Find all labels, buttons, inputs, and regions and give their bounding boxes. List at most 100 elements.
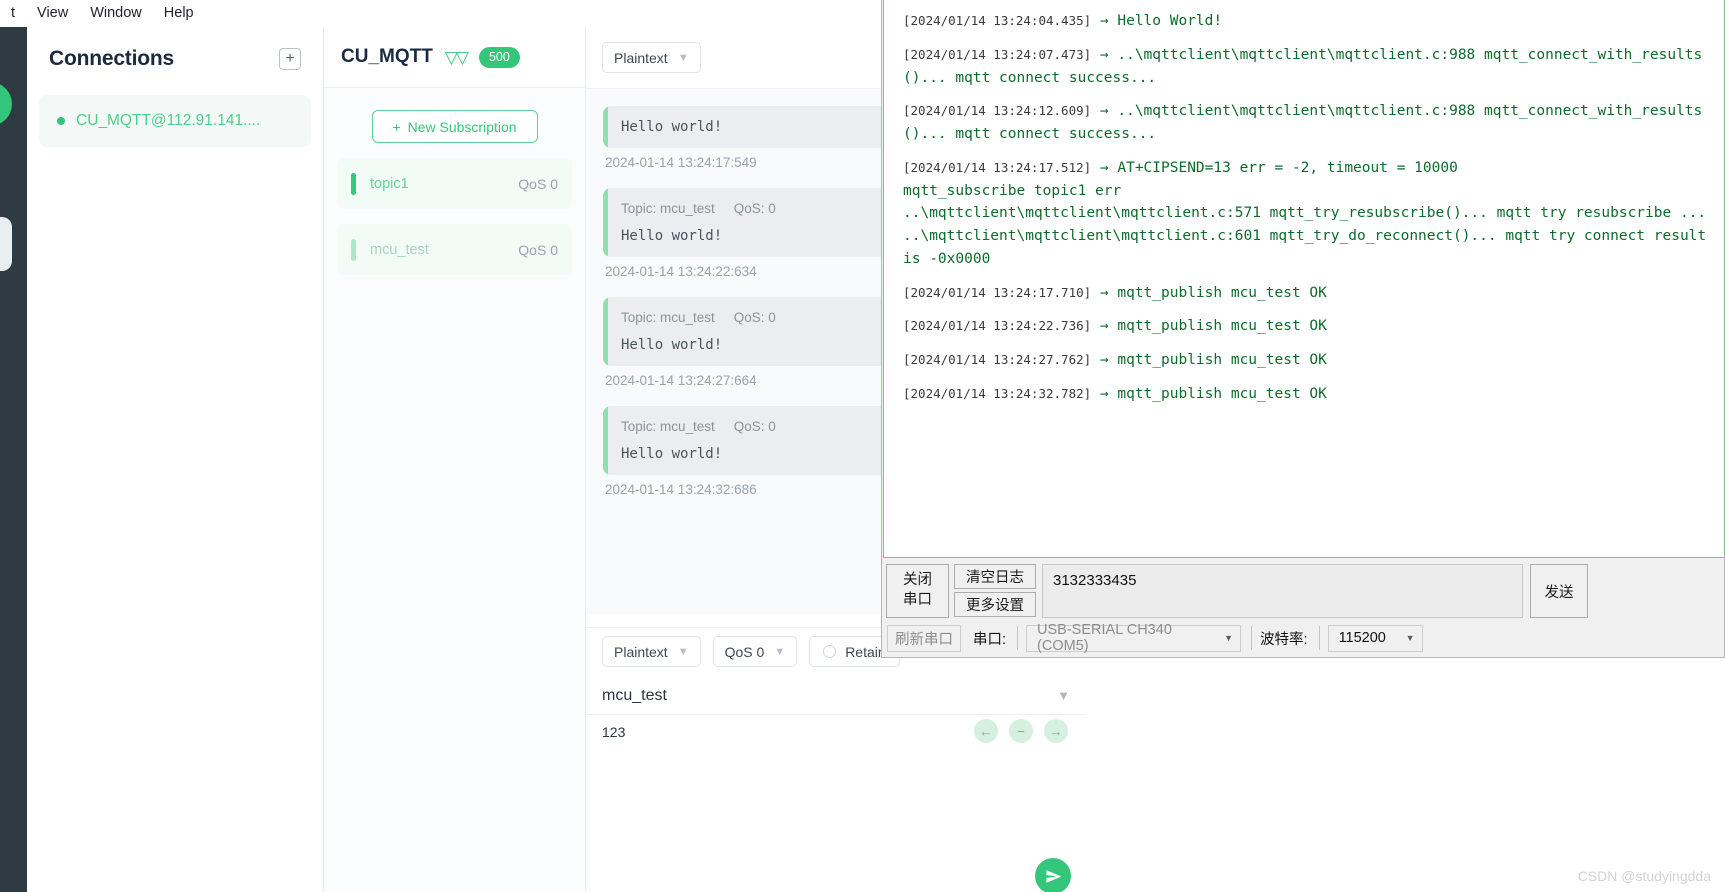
message-format-value: Plaintext (614, 49, 668, 66)
subscription-color-bar (351, 172, 356, 195)
log-entry: [2024/01/14 13:24:22.736] → mqtt_publish… (903, 315, 1710, 338)
log-arrow-icon: → (1099, 385, 1109, 402)
message-topic: Topic: mcu_test (621, 310, 715, 325)
watermark: CSDN @studyingdda (1577, 868, 1711, 884)
subscriptions-header: CU_MQTT ▽▽ 500 (324, 27, 585, 88)
log-arrow-icon: → (1099, 13, 1109, 29)
serial-button-stack: 清空日志 更多设置 (954, 564, 1036, 617)
app-rail (0, 27, 27, 892)
log-timestamp: [2024/01/14 13:24:22.736] (903, 318, 1092, 334)
payload-nav-controls: ← − → (974, 719, 1068, 743)
connections-title: Connections (49, 47, 174, 70)
log-text: mqtt_publish mcu_test OK (1117, 385, 1327, 402)
menu-item-view[interactable]: View (26, 0, 79, 27)
log-timestamp: [2024/01/14 13:24:32.782] (903, 385, 1092, 401)
subscription-color-bar (351, 238, 356, 261)
menu-item-window[interactable]: Window (79, 0, 153, 27)
serial-send-input[interactable]: 3132333435 (1042, 564, 1523, 618)
active-connection-title: CU_MQTT (341, 46, 433, 67)
minus-icon[interactable]: − (1009, 719, 1033, 743)
baud-value: 115200 (1338, 630, 1386, 646)
send-icon (1045, 869, 1061, 883)
log-entry: [2024/01/14 13:24:27.762] → mqtt_publish… (903, 349, 1710, 372)
radio-icon (823, 645, 837, 658)
log-timestamp: [2024/01/14 13:24:27.762] (903, 352, 1092, 367)
publish-qos-value: QoS 0 (724, 643, 765, 660)
port-select[interactable]: USB-SERIAL CH340 (COM5) ▼ (1026, 622, 1242, 654)
connections-panel: Connections + CU_MQTT@112.91.141.... (27, 27, 324, 892)
log-timestamp: [2024/01/14 13:24:17.710] (903, 284, 1092, 300)
baud-select[interactable]: 115200 ▼ (1327, 624, 1423, 652)
publish-format-value: Plaintext (614, 643, 668, 660)
publish-qos-select[interactable]: QoS 0 ▼ (712, 636, 798, 667)
log-text: mqtt_publish mcu_test OK (1117, 352, 1327, 368)
subscription-topic: topic1 (370, 175, 409, 192)
close-port-button[interactable]: 关闭 串口 (886, 564, 949, 618)
log-timestamp: [2024/01/14 13:24:07.473] (903, 46, 1092, 62)
serial-tool-window: [2024/01/14 13:24:04.435] → Hello World!… (881, 0, 1725, 658)
log-entry: [2024/01/14 13:24:17.710] → mqtt_publish… (903, 282, 1710, 305)
more-settings-button[interactable]: 更多设置 (954, 592, 1036, 617)
divider (1017, 626, 1019, 650)
retain-label: Retain (845, 643, 886, 660)
log-arrow-icon: → (1099, 159, 1109, 176)
new-subscription-label: New Subscription (407, 118, 517, 135)
message-count-badge: 500 (478, 46, 520, 68)
app-root: t View Window Help Connections + CU_MQTT… (0, 0, 1725, 892)
log-entry: [2024/01/14 13:24:07.473] → ..\mqttclien… (903, 44, 1710, 90)
log-arrow-icon: → (1099, 46, 1109, 63)
message-format-select[interactable]: Plaintext ▼ (602, 42, 701, 73)
clear-log-button[interactable]: 清空日志 (954, 564, 1036, 589)
log-text: Hello World! (1117, 13, 1223, 29)
log-timestamp: [2024/01/14 13:24:04.435] (903, 13, 1092, 28)
triangle-down-icon: ▼ (1405, 633, 1415, 643)
log-text: mqtt_publish mcu_test OK (1117, 318, 1327, 335)
connections-header: Connections + (27, 27, 323, 83)
send-message-button[interactable] (1035, 858, 1071, 892)
connection-name: CU_MQTT@112.91.141.... (76, 112, 261, 129)
chevron-double-down-icon[interactable]: ▽▽ (445, 49, 469, 66)
log-timestamp: [2024/01/14 13:24:17.512] (903, 159, 1092, 175)
log-entry: [2024/01/14 13:24:04.435] → Hello World! (903, 10, 1710, 33)
triangle-down-icon: ▼ (1224, 633, 1234, 643)
port-label: 串口: (973, 631, 1007, 648)
plus-icon[interactable]: + (279, 48, 301, 70)
log-entry: [2024/01/14 13:24:17.512] → AT+CIPSEND=1… (903, 157, 1710, 271)
message-topic: Topic: mcu_test (621, 419, 715, 434)
rail-active-indicator[interactable] (0, 82, 12, 126)
subscription-topic: mcu_test (370, 241, 429, 258)
log-arrow-icon: → (1099, 318, 1109, 335)
arrow-left-icon[interactable]: ← (974, 719, 998, 743)
port-value: USB-SERIAL CH340 (COM5) (1037, 622, 1172, 654)
menu-item-help[interactable]: Help (153, 0, 205, 27)
log-entry: [2024/01/14 13:24:12.609] → ..\mqttclien… (903, 100, 1710, 146)
publish-payload-value: 123 (602, 724, 626, 740)
subscription-item-topic1[interactable]: topic1 QoS 0 (337, 158, 572, 209)
chevron-down-icon: ▼ (677, 645, 689, 658)
new-subscription-button[interactable]: + New Subscription (371, 110, 538, 143)
log-entry: [2024/01/14 13:24:32.782] → mqtt_publish… (903, 383, 1710, 406)
log-text: AT+CIPSEND=13 err = -2, timeout = 10000 … (903, 159, 1707, 267)
status-dot-icon (57, 117, 65, 125)
log-arrow-icon: → (1099, 103, 1109, 120)
subscriptions-panel: CU_MQTT ▽▽ 500 + New Subscription topic1… (324, 27, 586, 892)
publish-payload-area[interactable]: 123 ← − → (586, 715, 1086, 892)
serial-send-button[interactable]: 发送 (1530, 564, 1588, 618)
chevron-down-icon: ▼ (677, 51, 689, 64)
chevron-down-icon[interactable]: ▼ (1057, 688, 1070, 703)
serial-control-row: 关闭 串口 清空日志 更多设置 3132333435 发送 (883, 560, 1725, 623)
subscription-item-mcu-test[interactable]: mcu_test QoS 0 (337, 224, 572, 275)
plus-icon: + (392, 118, 401, 135)
serial-log-output[interactable]: [2024/01/14 13:24:04.435] → Hello World!… (883, 0, 1725, 558)
refresh-ports-button[interactable]: 刷新串口 (887, 624, 961, 652)
connection-list-item[interactable]: CU_MQTT@112.91.141.... (39, 95, 311, 147)
message-qos: QoS: 0 (733, 201, 776, 216)
subscription-qos: QoS 0 (518, 241, 558, 258)
publish-topic-input[interactable]: mcu_test ▼ (586, 677, 1086, 715)
menu-item-truncated[interactable]: t (0, 0, 26, 27)
rail-secondary-indicator[interactable] (0, 217, 12, 271)
message-topic: Topic: mcu_test (621, 201, 715, 216)
publish-format-select[interactable]: Plaintext ▼ (602, 636, 701, 667)
log-arrow-icon: → (1099, 284, 1109, 301)
arrow-right-icon[interactable]: → (1044, 719, 1068, 743)
